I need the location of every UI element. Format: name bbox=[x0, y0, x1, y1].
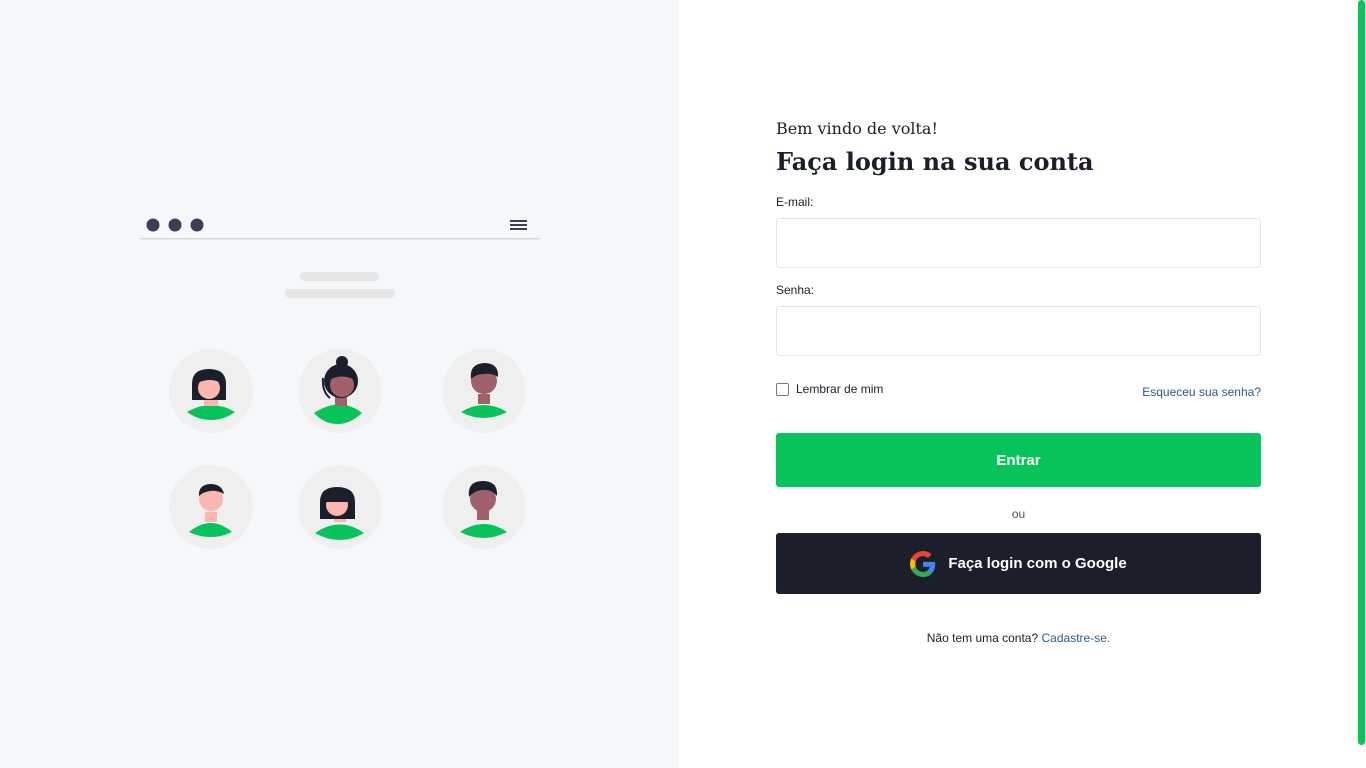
hamburger-menu-icon bbox=[510, 220, 527, 230]
remember-label[interactable]: Lembrar de mim bbox=[796, 382, 883, 396]
email-label: E-mail: bbox=[776, 195, 814, 209]
man-avatar-icon bbox=[442, 349, 526, 433]
remember-forgot-row: Lembrar de mim Esqueceu sua senha? bbox=[776, 382, 1261, 402]
placeholder-line bbox=[285, 289, 395, 298]
login-form: Bem vindo de volta! Faça login na sua co… bbox=[776, 118, 1261, 645]
google-icon bbox=[910, 550, 936, 577]
woman-avatar-icon bbox=[298, 465, 382, 549]
login-illustration bbox=[140, 218, 540, 549]
signup-link[interactable]: Cadastre-se. bbox=[1042, 631, 1111, 645]
google-login-label: Faça login com o Google bbox=[948, 555, 1127, 572]
signup-row: Não tem uma conta? Cadastre-se. bbox=[776, 631, 1261, 645]
welcome-text: Bem vindo de volta! bbox=[776, 119, 938, 138]
password-label: Senha: bbox=[776, 283, 815, 297]
google-login-button[interactable]: Faça login com o Google bbox=[776, 533, 1261, 594]
scrollbar-thumb[interactable] bbox=[1358, 0, 1365, 745]
email-field[interactable] bbox=[776, 218, 1261, 268]
man-avatar-icon bbox=[169, 465, 253, 549]
woman-bun-avatar-icon bbox=[298, 349, 382, 433]
scrollbar-track[interactable] bbox=[1356, 0, 1366, 768]
signup-prompt: Não tem uma conta? bbox=[926, 631, 1039, 645]
placeholder-line bbox=[300, 272, 379, 281]
page-title: Faça login na sua conta bbox=[776, 147, 1094, 176]
remember-checkbox[interactable] bbox=[776, 382, 789, 396]
window-dots-icon bbox=[146, 218, 204, 232]
window-divider bbox=[140, 238, 540, 240]
login-button[interactable]: Entrar bbox=[776, 433, 1261, 487]
remember-me[interactable]: Lembrar de mim bbox=[776, 382, 883, 396]
or-separator: ou bbox=[1011, 507, 1026, 521]
man-avatar-icon bbox=[442, 465, 526, 549]
password-field[interactable] bbox=[776, 306, 1261, 356]
forgot-password-link[interactable]: Esqueceu sua senha? bbox=[1142, 385, 1261, 399]
woman-avatar-icon bbox=[169, 349, 253, 433]
browser-window-illustration bbox=[140, 218, 540, 298]
left-panel bbox=[0, 0, 679, 768]
